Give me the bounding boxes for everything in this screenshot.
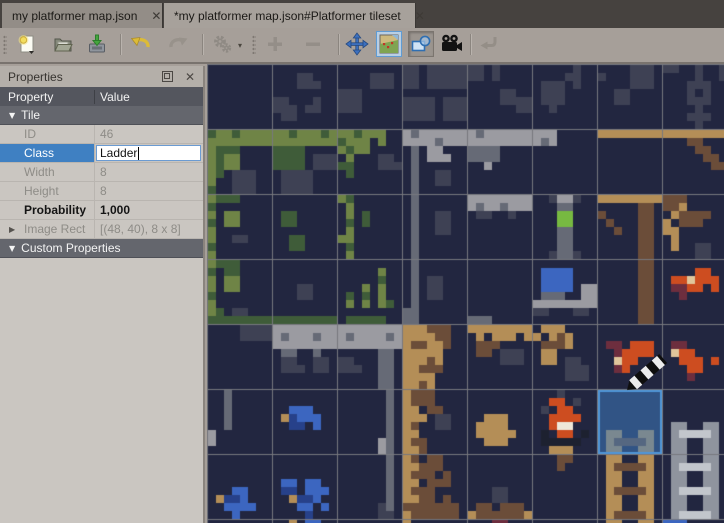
new-file-button[interactable] (14, 31, 40, 57)
save-icon (85, 32, 109, 56)
close-panel-icon[interactable]: ✕ (185, 70, 195, 84)
tile-collision-editor-button[interactable] (408, 31, 434, 57)
plus-icon (263, 32, 287, 56)
property-row[interactable]: ID46 (0, 125, 203, 144)
property-group-row[interactable]: ▼ Tile (0, 106, 203, 125)
tile-animation-editor-button[interactable] (438, 31, 464, 57)
redo-icon (166, 32, 190, 56)
toolbar-grip[interactable] (3, 35, 7, 54)
toolbar-separator (338, 34, 339, 55)
new-file-icon (15, 32, 39, 56)
property-row[interactable]: Width8 (0, 163, 203, 182)
movie-camera-icon (438, 32, 464, 56)
text-caret (138, 147, 139, 160)
tab-label: *my platformer map.json#Platformer tiles… (174, 9, 401, 23)
group-label: Custom Properties (21, 241, 120, 255)
properties-table: Property Value ▼ Tile ID46Class Ladder Width… (0, 87, 203, 258)
toolbar-separator (470, 34, 471, 55)
tab-map-document[interactable]: my platformer map.json ✕ (2, 3, 163, 28)
run-commands-button[interactable] (210, 31, 236, 57)
redo-button[interactable] (165, 31, 191, 57)
property-value-cell[interactable]: 46 (95, 125, 203, 143)
property-row[interactable]: ▶Image Rect[(48, 40), 8 x 8] (0, 220, 203, 239)
close-icon[interactable]: ✕ (151, 9, 161, 23)
edit-terrain-button[interactable] (376, 31, 402, 57)
property-name-cell[interactable]: ▶Image Rect (0, 220, 95, 238)
property-name-cell[interactable]: Height (0, 182, 95, 200)
properties-titlebar[interactable]: Properties ✕ (0, 66, 203, 88)
collapse-arrow-icon[interactable]: ▼ (9, 111, 15, 120)
property-name-cell[interactable]: ID (0, 125, 95, 143)
table-header: Property Value (0, 87, 203, 106)
property-row[interactable]: Height8 (0, 182, 203, 201)
float-panel-icon[interactable] (162, 71, 173, 82)
revert-button[interactable] (476, 31, 502, 57)
tab-label: my platformer map.json (12, 9, 137, 23)
gears-icon (211, 32, 235, 56)
edit-text: Ladder (100, 146, 137, 160)
properties-panel: Properties ✕ Property Value ▼ Tile ID46Cla… (0, 66, 205, 523)
property-value-cell[interactable]: 8 (95, 182, 203, 200)
property-value-cell[interactable]: Ladder (95, 144, 203, 162)
property-value-cell[interactable]: [(48, 40), 8 x 8] (95, 220, 203, 238)
terrain-map-icon (379, 34, 399, 54)
dropdown-arrow-icon[interactable]: ▾ (238, 41, 242, 50)
property-name-cell[interactable]: Probability (0, 201, 95, 219)
property-row[interactable]: Probability1,000 (0, 201, 203, 220)
toolbar-grip[interactable] (252, 35, 256, 54)
property-value-cell[interactable]: 8 (95, 163, 203, 181)
main-toolbar: ▾ (0, 28, 724, 64)
property-group-row[interactable]: ▼ Custom Properties (0, 239, 203, 258)
undo-button[interactable] (128, 31, 154, 57)
save-button[interactable] (84, 31, 110, 57)
remove-button[interactable] (300, 31, 326, 57)
tileset-canvas[interactable] (207, 64, 724, 523)
group-label: Tile (21, 108, 40, 122)
move-arrows-icon (345, 32, 369, 56)
close-icon[interactable]: ✕ (415, 9, 425, 23)
collapse-arrow-icon[interactable]: ▼ (9, 244, 15, 253)
toolbar-separator (202, 34, 203, 55)
tab-bar: my platformer map.json ✕ *my platformer … (0, 0, 724, 28)
property-row[interactable]: Class Ladder (0, 144, 203, 163)
collision-shapes-icon (410, 33, 432, 55)
return-arrow-icon (477, 32, 501, 56)
tab-tileset-document[interactable]: *my platformer map.json#Platformer tiles… (164, 3, 416, 28)
value-edit-input[interactable]: Ladder (96, 145, 201, 161)
undo-icon (129, 32, 153, 56)
column-header-value: Value (95, 90, 130, 104)
toolbar-separator (120, 34, 121, 55)
minus-icon (301, 32, 325, 56)
open-file-button[interactable] (50, 31, 76, 57)
add-button[interactable] (262, 31, 288, 57)
property-name-cell[interactable]: Width (0, 163, 95, 181)
column-header-property: Property (0, 90, 95, 104)
property-value-cell[interactable]: 1,000 (95, 201, 203, 219)
panel-title: Properties (8, 70, 162, 84)
property-name-cell[interactable]: Class (0, 144, 95, 162)
move-tiles-button[interactable] (344, 31, 370, 57)
open-folder-icon (51, 32, 75, 56)
expand-arrow-icon[interactable]: ▶ (9, 225, 15, 234)
